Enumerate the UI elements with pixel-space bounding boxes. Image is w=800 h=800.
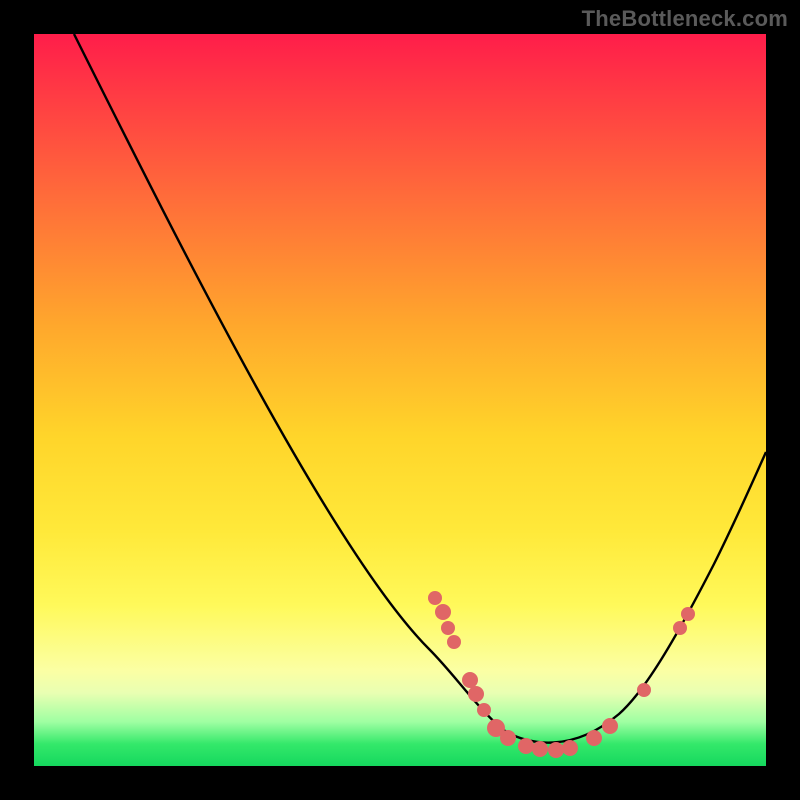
curve-dot [673, 621, 687, 635]
curve-dot [468, 686, 484, 702]
curve-dot [441, 621, 455, 635]
curve-dot [548, 742, 564, 758]
chart-stage: TheBottleneck.com [0, 0, 800, 800]
curve-dot [462, 672, 478, 688]
curve-dot [637, 683, 651, 697]
curve-dot [602, 718, 618, 734]
curve-dot [477, 703, 491, 717]
curve-dot [562, 740, 578, 756]
curve-dot [518, 738, 534, 754]
watermark-text: TheBottleneck.com [582, 6, 788, 32]
curve-dot [681, 607, 695, 621]
plot-area [34, 34, 766, 766]
bottleneck-curve [74, 34, 766, 743]
curve-layer [34, 34, 766, 766]
curve-dot [428, 591, 442, 605]
curve-dot [586, 730, 602, 746]
curve-dot [447, 635, 461, 649]
curve-markers [428, 591, 695, 758]
curve-dot [435, 604, 451, 620]
curve-dot [500, 730, 516, 746]
curve-dot [532, 741, 548, 757]
